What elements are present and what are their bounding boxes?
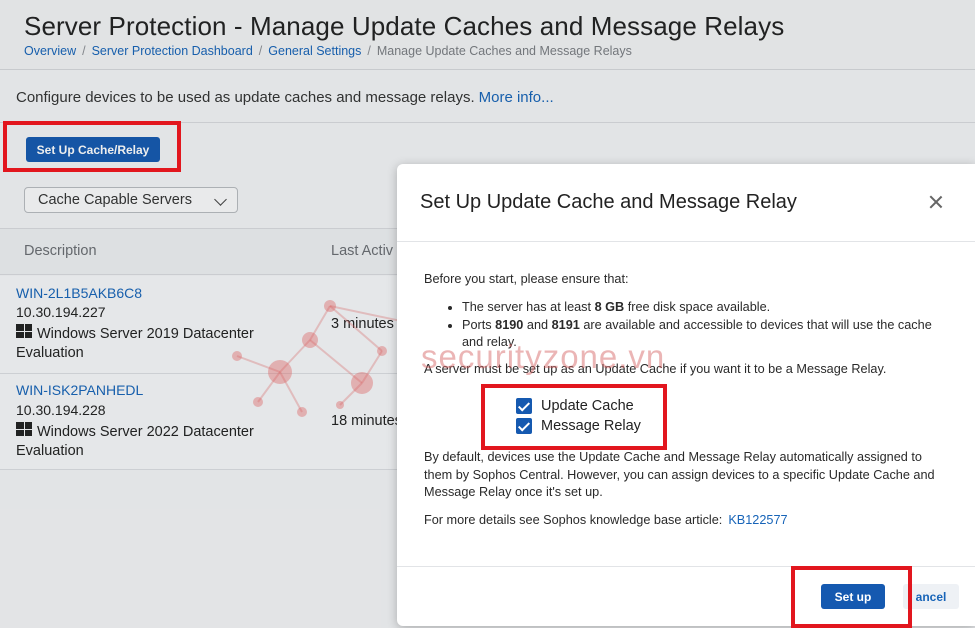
checkbox-label: Update Cache (541, 398, 634, 414)
update-cache-checkbox[interactable]: Update Cache (516, 398, 634, 414)
list-item: The server has at least 8 GB free disk s… (445, 299, 945, 317)
message-relay-checkbox[interactable]: Message Relay (516, 418, 641, 434)
kb-reference: For more details see Sophos knowledge ba… (424, 513, 788, 527)
dialog-intro: Before you start, please ensure that: (424, 272, 629, 286)
setup-button[interactable]: Set up (821, 584, 885, 609)
checkbox-checked-icon[interactable] (516, 418, 532, 434)
close-icon[interactable] (928, 194, 944, 210)
checkbox-label: Message Relay (541, 418, 641, 434)
kb-article-link[interactable]: KB122577 (728, 513, 787, 527)
divider (397, 241, 975, 242)
divider (397, 566, 975, 567)
dialog-title: Set Up Update Cache and Message Relay (420, 191, 797, 213)
checkbox-checked-icon[interactable] (516, 398, 532, 414)
setup-dialog: Set Up Update Cache and Message Relay Be… (397, 164, 975, 626)
default-assignment-text: By default, devices use the Update Cache… (424, 450, 935, 499)
watermark-text: securityzone.vn (421, 338, 666, 375)
cancel-button[interactable]: ancel (903, 584, 959, 609)
